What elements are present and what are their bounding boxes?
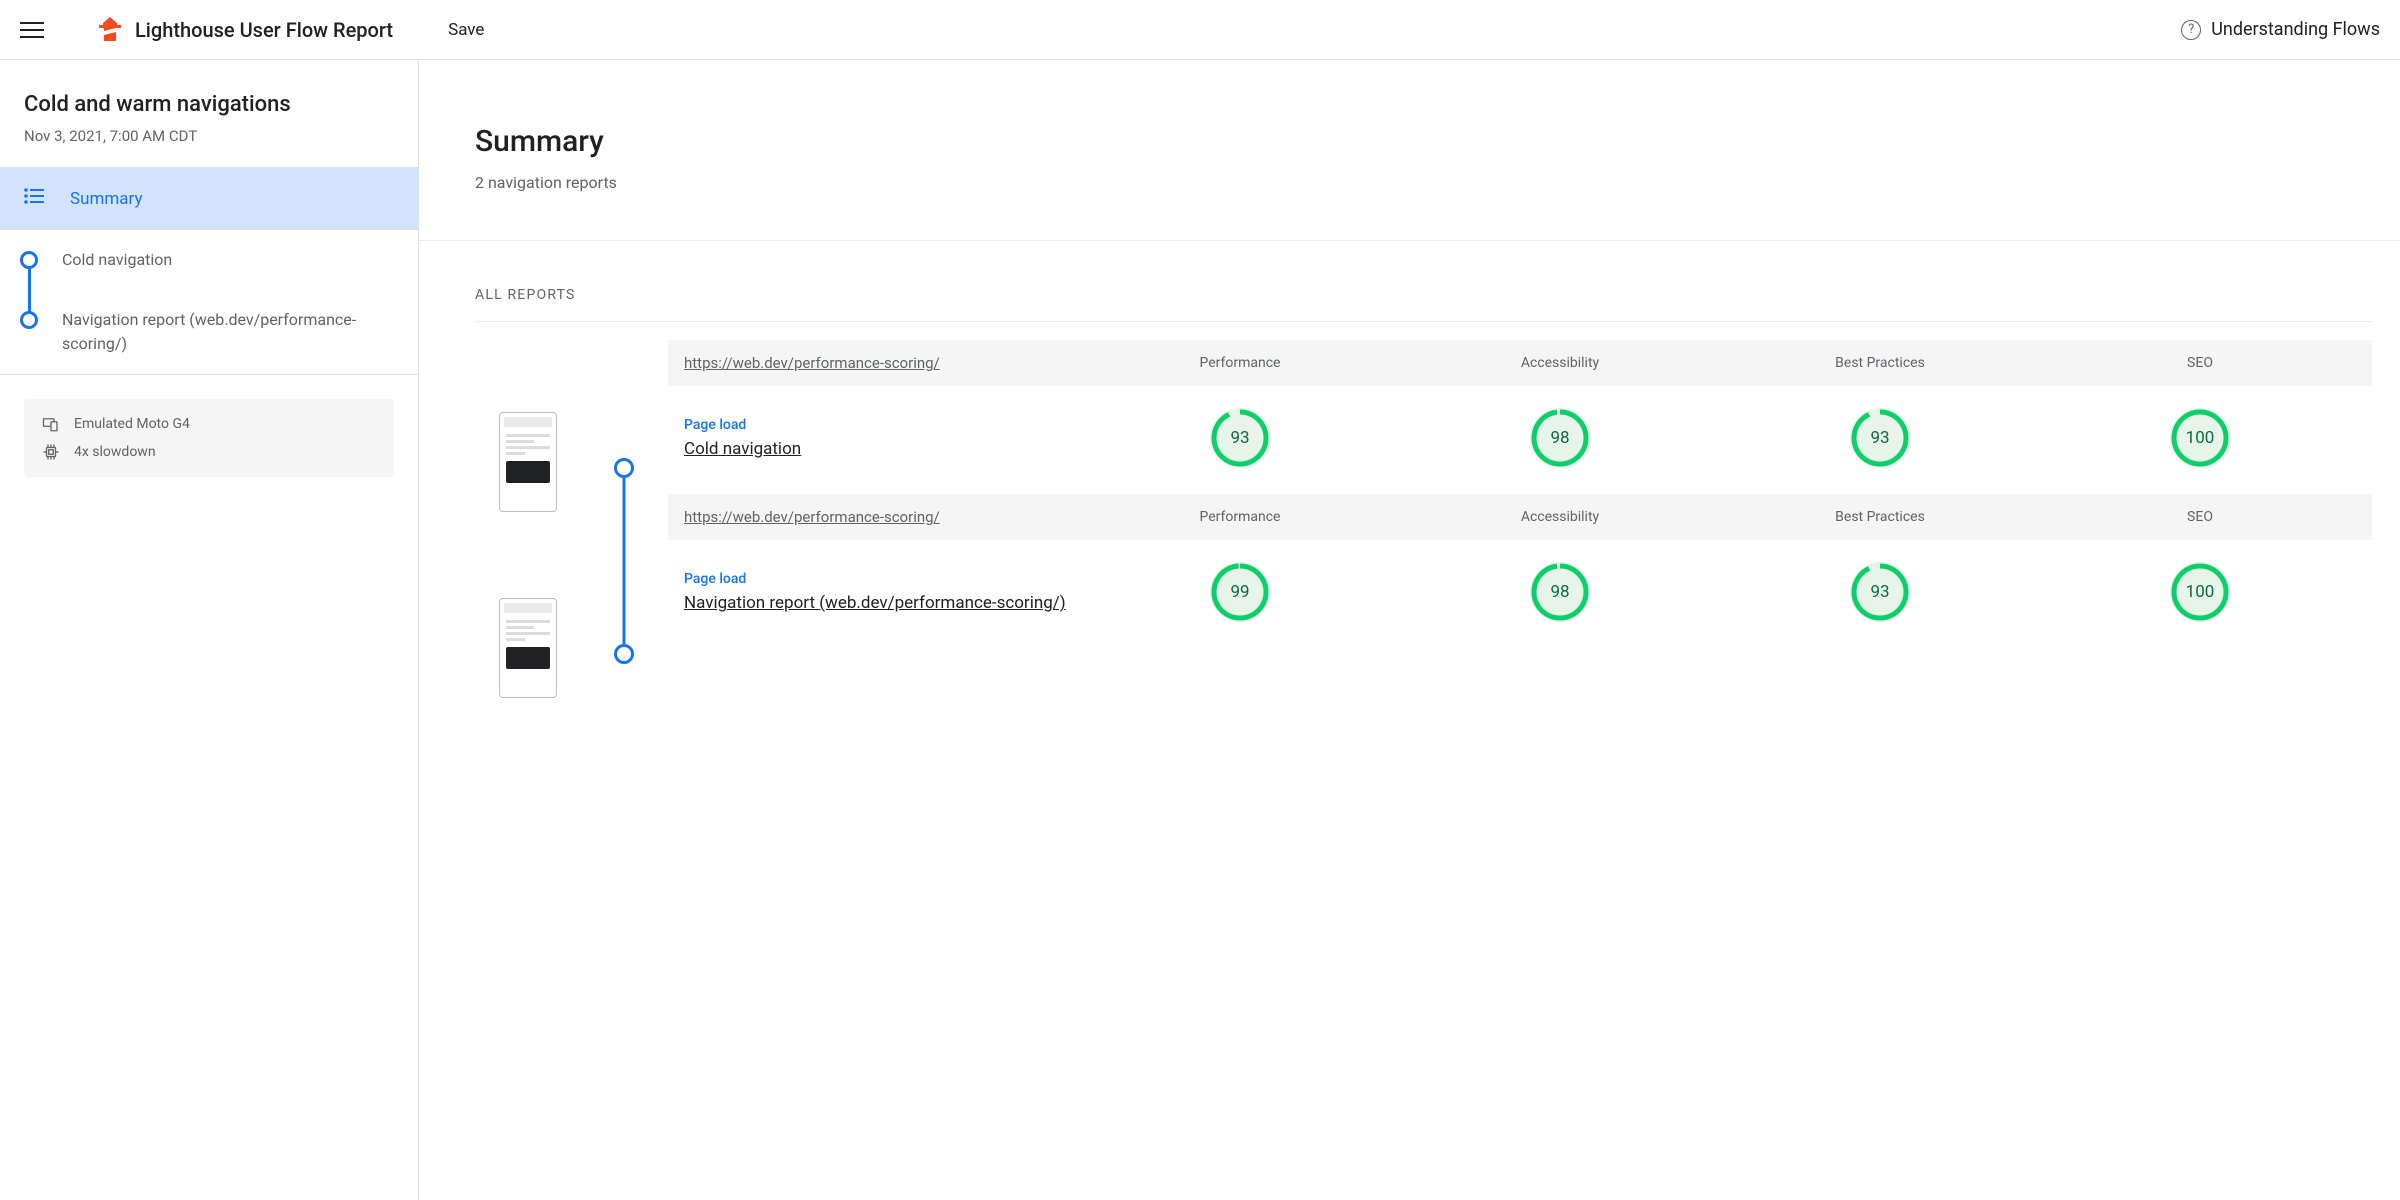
- main-content: Summary 2 navigation reports ALL REPORTS: [419, 60, 2400, 1200]
- timeline-column: [612, 340, 636, 698]
- timeline-circle-icon: [20, 311, 38, 329]
- throttle-row: 4x slowdown: [42, 443, 376, 461]
- category-header-performance: Performance: [1080, 354, 1400, 372]
- lighthouse-logo-icon: [99, 17, 121, 43]
- reports-table: https://web.dev/performance-scoring/ Per…: [668, 340, 2372, 698]
- step-name-link[interactable]: Cold navigation: [684, 439, 801, 459]
- sidebar-steps: Cold navigation Navigation report (web.d…: [0, 230, 418, 375]
- step-name-link[interactable]: Navigation report (web.dev/performance-s…: [684, 593, 1066, 613]
- timeline-node-icon: [614, 458, 634, 478]
- reports-section: ALL REPORTS: [419, 241, 2400, 738]
- help-link[interactable]: ? Understanding Flows: [2181, 19, 2380, 40]
- timeline-circle-icon: [20, 251, 38, 269]
- menu-icon[interactable]: [20, 18, 44, 42]
- category-header-seo: SEO: [2040, 354, 2360, 372]
- device-info: Emulated Moto G4 4x slowdown: [24, 399, 394, 477]
- save-button[interactable]: Save: [448, 20, 484, 40]
- flow-timestamp: Nov 3, 2021, 7:00 AM CDT: [24, 127, 394, 145]
- sidebar-item-summary[interactable]: Summary: [0, 168, 418, 230]
- device-emulation-row: Emulated Moto G4: [42, 415, 376, 433]
- category-header-best-practices: Best Practices: [1720, 354, 2040, 372]
- report-header-row: https://web.dev/performance-scoring/ Per…: [668, 340, 2372, 386]
- device-emulation-label: Emulated Moto G4: [74, 416, 190, 432]
- step-label: Cold navigation: [62, 248, 172, 272]
- category-header-best-practices: Best Practices: [1720, 508, 2040, 526]
- page-subtitle: 2 navigation reports: [475, 173, 2400, 192]
- sidebar-header: Cold and warm navigations Nov 3, 2021, 7…: [0, 60, 418, 168]
- score-gauge-accessibility[interactable]: 98: [1530, 408, 1590, 468]
- report-group: https://web.dev/performance-scoring/ Per…: [668, 494, 2372, 648]
- category-header-accessibility: Accessibility: [1400, 508, 1720, 526]
- report-url-link[interactable]: https://web.dev/performance-scoring/: [680, 508, 1080, 526]
- main-header: Summary 2 navigation reports: [419, 60, 2400, 240]
- category-header-accessibility: Accessibility: [1400, 354, 1720, 372]
- score-gauge-best-practices[interactable]: 93: [1850, 562, 1910, 622]
- report-body-row: Page load Cold navigation 93 98: [668, 386, 2372, 494]
- category-header-seo: SEO: [2040, 508, 2360, 526]
- score-gauge-performance[interactable]: 93: [1210, 408, 1270, 468]
- step-type-label: Page load: [684, 571, 1080, 587]
- cpu-icon: [42, 443, 60, 461]
- all-reports-label: ALL REPORTS: [475, 287, 2372, 303]
- sidebar: Cold and warm navigations Nov 3, 2021, 7…: [0, 60, 419, 1200]
- score-gauge-seo[interactable]: 100: [2170, 408, 2230, 468]
- help-icon: ?: [2181, 20, 2201, 40]
- app-title: Lighthouse User Flow Report: [135, 18, 393, 42]
- timeline-line: [623, 478, 626, 648]
- topbar: Lighthouse User Flow Report Save ? Under…: [0, 0, 2400, 60]
- screenshot-thumbnail[interactable]: [499, 598, 557, 698]
- throttle-label: 4x slowdown: [74, 444, 156, 460]
- timeline-node-icon: [614, 644, 634, 664]
- score-gauge-seo[interactable]: 100: [2170, 562, 2230, 622]
- page-title: Summary: [475, 124, 2400, 159]
- step-label: Navigation report (web.dev/performance-s…: [62, 308, 394, 356]
- report-group: https://web.dev/performance-scoring/ Per…: [668, 340, 2372, 494]
- screenshot-thumbnail[interactable]: [499, 412, 557, 512]
- summary-label: Summary: [70, 189, 142, 209]
- report-header-row: https://web.dev/performance-scoring/ Per…: [668, 494, 2372, 540]
- report-url-link[interactable]: https://web.dev/performance-scoring/: [680, 354, 1080, 372]
- category-header-performance: Performance: [1080, 508, 1400, 526]
- sidebar-step-navigation-report[interactable]: Navigation report (web.dev/performance-s…: [0, 290, 418, 374]
- summary-list-icon: [24, 188, 48, 209]
- score-gauge-accessibility[interactable]: 98: [1530, 562, 1590, 622]
- devices-icon: [42, 415, 60, 433]
- thumbnails-column: [475, 340, 580, 698]
- score-gauge-best-practices[interactable]: 93: [1850, 408, 1910, 468]
- score-gauge-performance[interactable]: 99: [1210, 562, 1270, 622]
- flow-title: Cold and warm navigations: [24, 92, 394, 117]
- sidebar-step-cold-navigation[interactable]: Cold navigation: [0, 230, 418, 290]
- section-rule: [475, 321, 2372, 322]
- step-type-label: Page load: [684, 417, 1080, 433]
- report-body-row: Page load Navigation report (web.dev/per…: [668, 540, 2372, 648]
- help-label: Understanding Flows: [2211, 19, 2380, 40]
